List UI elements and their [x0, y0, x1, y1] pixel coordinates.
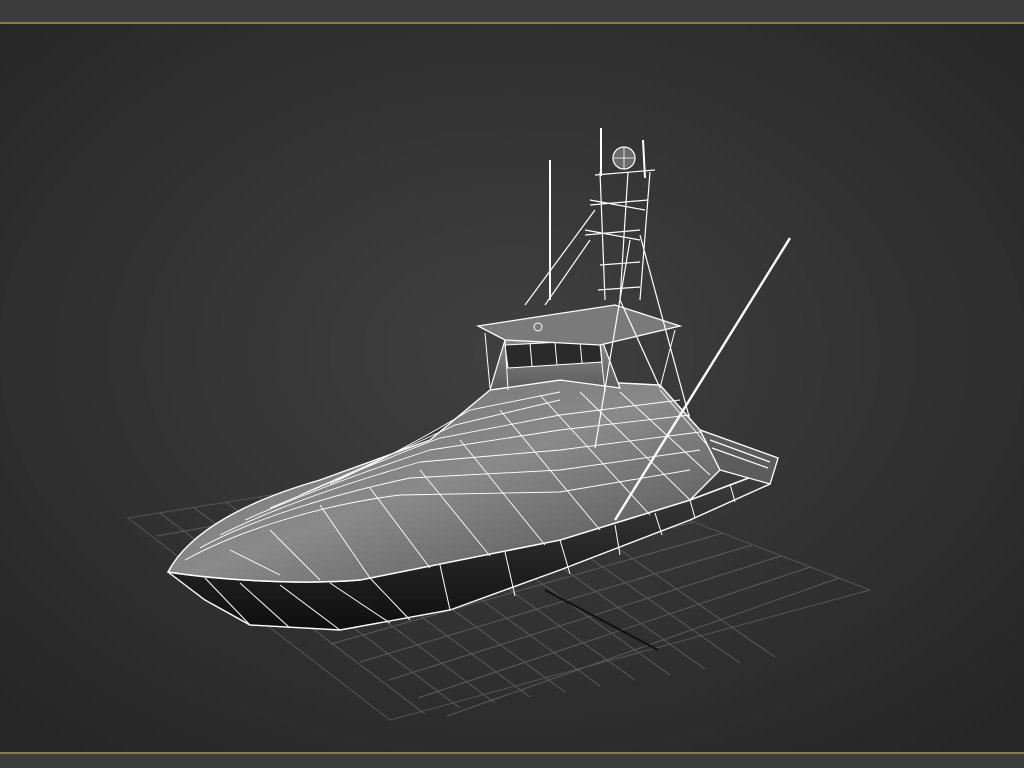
radar-dome[interactable]: [612, 146, 636, 170]
app-window: [0, 0, 1024, 768]
viewport-top-border: [0, 0, 1024, 24]
viewport-canvas[interactable]: [0, 24, 1024, 752]
perspective-viewport[interactable]: [0, 24, 1024, 752]
viewport-bottom-border: [0, 752, 1024, 768]
